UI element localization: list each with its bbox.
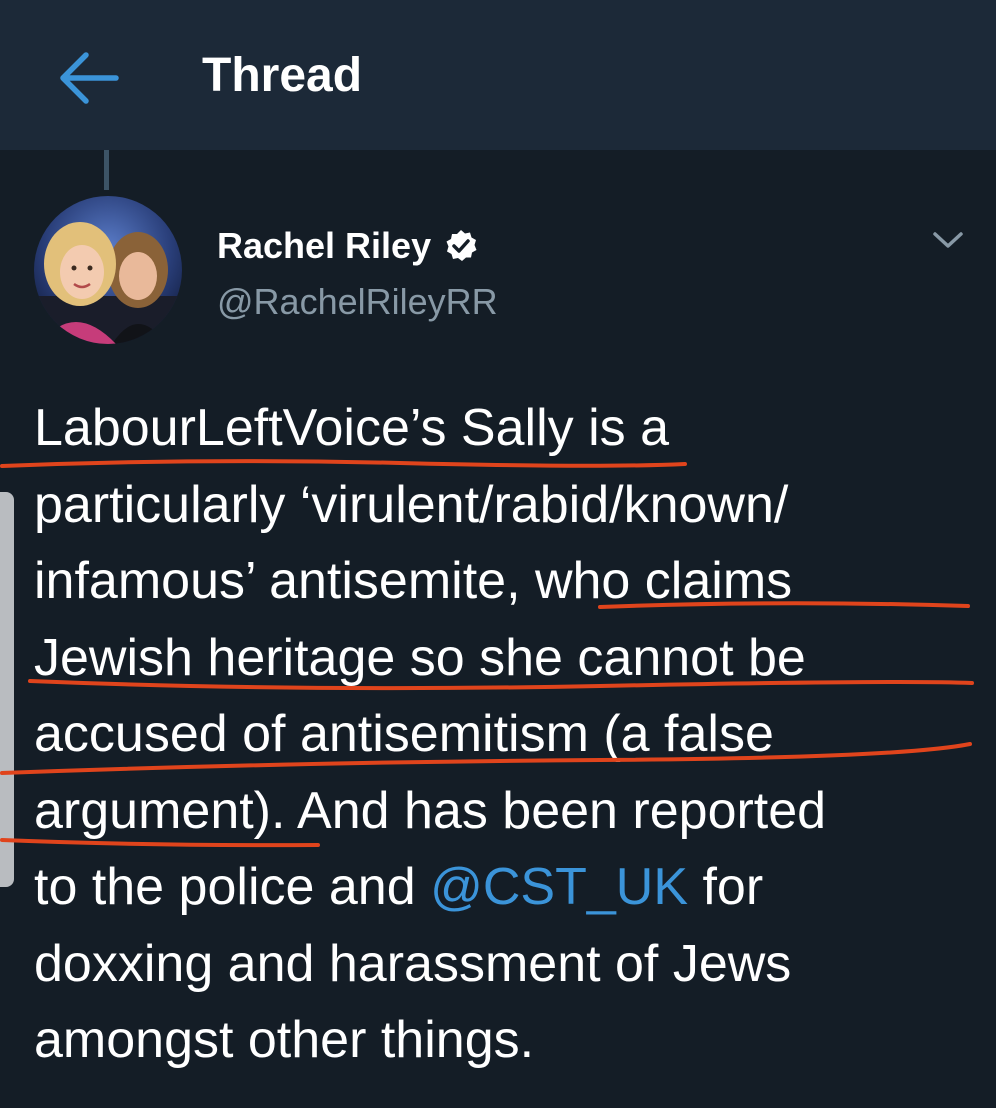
tweet-menu-button[interactable]	[926, 220, 970, 260]
app-header: Thread	[0, 0, 996, 150]
avatar[interactable]	[34, 196, 182, 344]
author-name-text: Rachel Riley	[217, 225, 432, 266]
author-handle[interactable]: @RachelRileyRR	[217, 280, 498, 324]
verified-badge-icon	[446, 230, 477, 261]
tweet-text-line: argument). And has been reported	[34, 781, 827, 840]
tweet-text-line: particularly ‘virulent/rabid/known/	[34, 475, 789, 534]
arrow-left-icon	[60, 52, 119, 104]
tweet-text-line: Jewish heritage so she cannot be	[34, 628, 806, 687]
tweet-text-line: to the police and @CST_UK for	[34, 849, 984, 926]
tweet-text-segment: to the police and	[34, 858, 431, 916]
author-display-name[interactable]: Rachel Riley	[217, 224, 479, 268]
chevron-down-icon	[933, 232, 963, 248]
page-title: Thread	[202, 49, 363, 102]
tweet-text-segment: for	[688, 858, 764, 916]
mention-link[interactable]: @CST_UK	[430, 858, 688, 916]
back-button[interactable]	[50, 40, 126, 116]
tweet-text-line: LabourLeftVoice’s Sally is a	[34, 399, 669, 457]
scrollbar-thumb[interactable]	[0, 492, 14, 887]
tweet-text-line: doxxing and harassment of Jews	[34, 934, 792, 993]
tweet-text-line: amongst other things.	[34, 1011, 535, 1069]
tweet-text-line: infamous’ antisemite, who claims	[34, 552, 793, 610]
tweet-text-line: accused of antisemitism (a false	[34, 705, 774, 763]
thread-connector-line	[104, 150, 109, 190]
tweet-text: LabourLeftVoice’s Sally is a particularl…	[34, 390, 984, 1079]
